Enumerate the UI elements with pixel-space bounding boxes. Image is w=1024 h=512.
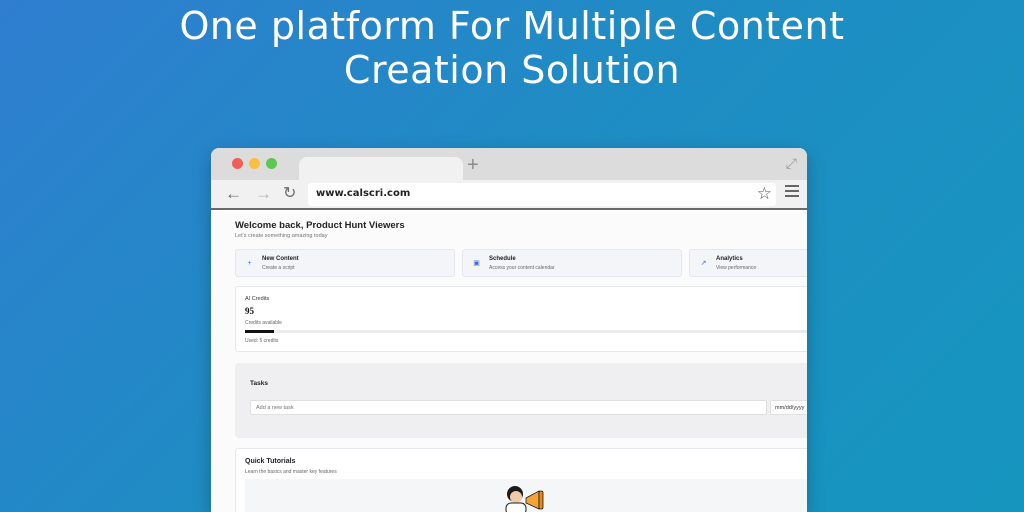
credits-used-text: Used: 5 credits [245, 338, 279, 344]
card-title: Analytics [716, 256, 743, 262]
expand-icon[interactable]: ⤢ [786, 155, 797, 172]
schedule-card[interactable]: ▣ Schedule Access your content calendar [462, 249, 682, 277]
dashboard-content: Welcome back, Product Hunt Viewers Let's… [211, 212, 807, 512]
star-icon[interactable]: ☆ [757, 184, 772, 204]
minimize-window-button[interactable] [249, 158, 260, 169]
credits-label: AI Credits [245, 296, 270, 302]
browser-window: + ⤢ ← → ↻ www.calscri.com ☆ Welcome back… [211, 148, 807, 512]
hamburger-menu-icon[interactable] [785, 185, 799, 200]
reload-icon[interactable]: ↻ [283, 183, 296, 205]
welcome-subtitle: Let's create something amazing today [235, 233, 328, 239]
tutorials-subtitle: Learn the basics and master key features [245, 469, 337, 475]
browser-titlebar: + ⤢ [211, 148, 807, 180]
headline-line-1: One platform For Multiple Content [179, 4, 845, 48]
address-text: www.calscri.com [316, 188, 411, 199]
tasks-panel: Tasks mm/dd/yyyy [235, 363, 807, 438]
credits-value: 95 [245, 306, 254, 316]
maximize-window-button[interactable] [266, 158, 277, 169]
headline-line-2: Creation Solution [343, 48, 681, 92]
card-subtitle: Create a script [262, 265, 295, 271]
tutorials-title: Quick Tutorials [245, 458, 296, 465]
calendar-icon: ▣ [473, 260, 480, 267]
plus-icon: + [247, 260, 252, 267]
new-task-input[interactable] [250, 400, 767, 415]
tasks-title: Tasks [250, 380, 268, 387]
ai-credits-panel: AI Credits 95 Credits available Used: 5 … [235, 286, 807, 352]
welcome-heading: Welcome back, Product Hunt Viewers [235, 220, 405, 231]
card-title: Schedule [489, 256, 516, 262]
new-content-card[interactable]: + New Content Create a script [235, 249, 455, 277]
card-subtitle: Access your content calendar [489, 265, 555, 271]
megaphone-person-illustration [505, 486, 544, 512]
credits-usage-fill [245, 330, 274, 333]
close-window-button[interactable] [232, 158, 243, 169]
task-date-field[interactable]: mm/dd/yyyy [770, 400, 807, 415]
analytics-card[interactable]: ↗ Analytics View performance [689, 249, 807, 277]
page-headline: One platform For Multiple Content Creati… [0, 4, 1024, 92]
credits-usage-bar [245, 330, 807, 333]
arrow-right-icon[interactable]: → [255, 183, 272, 205]
card-title: New Content [262, 256, 299, 262]
plus-icon[interactable]: + [467, 155, 479, 175]
card-subtitle: View performance [716, 265, 757, 271]
credits-available-label: Credits available [245, 320, 282, 326]
browser-tab[interactable] [299, 157, 463, 180]
browser-toolbar: ← → ↻ www.calscri.com ☆ [211, 180, 807, 210]
address-bar[interactable]: www.calscri.com ☆ [308, 183, 776, 206]
arrow-left-icon[interactable]: ← [225, 183, 242, 205]
trend-up-icon: ↗ [700, 260, 707, 267]
